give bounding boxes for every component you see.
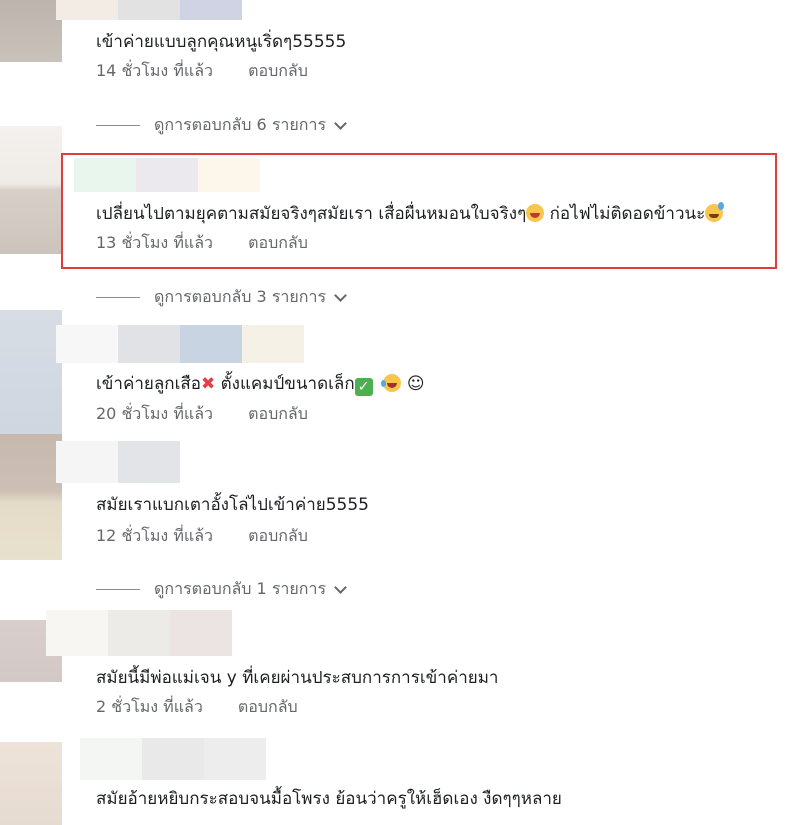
reply-button[interactable]: ตอบกลับ	[238, 697, 298, 716]
name-redaction	[56, 441, 180, 483]
comment-text: เข้าค่ายลูกเสือ✖ ตั้งแคมป์ขนาดเล็ก ✓ ☺	[96, 374, 425, 396]
chevron-down-icon	[334, 288, 347, 302]
check-mark-icon: ✓	[354, 378, 373, 396]
name-redaction	[46, 610, 232, 656]
tears-of-joy-emoji-icon	[381, 374, 402, 392]
chevron-down-icon	[334, 580, 347, 594]
comment-text: สมัยอ้ายหยิบกระสอบจนมื้อโพรง ย้อนว่าครูใ…	[96, 789, 562, 809]
comment-text: สมัยนี้มีพ่อแม่เจน y ที่เคยผ่านประสบการก…	[96, 668, 499, 688]
comment-text: สมัยเราแบกเตาอั้งโล่ไปเข้าค่าย5555	[96, 495, 369, 515]
comment-timestamp[interactable]: 2 ชั่วโมง ที่แล้ว	[96, 697, 203, 716]
view-replies-label: ดูการตอบกลับ 6 รายการ	[154, 115, 327, 134]
avatar[interactable]	[0, 0, 62, 62]
divider-line	[96, 297, 140, 298]
view-replies-link[interactable]: ดูการตอบกลับ 6 รายการ	[96, 113, 347, 138]
comment-timestamp[interactable]: 14 ชั่วโมง ที่แล้ว	[96, 61, 213, 80]
view-replies-label: ดูการตอบกลับ 3 รายการ	[154, 287, 327, 306]
view-replies-label: ดูการตอบกลับ 1 รายการ	[154, 579, 327, 598]
name-redaction	[56, 0, 242, 20]
cross-mark-icon: ✖	[200, 374, 216, 394]
comment-meta: 2 ชั่วโมง ที่แล้ว ตอบกลับ	[96, 697, 298, 717]
avatar[interactable]	[0, 742, 62, 825]
comment-text: เข้าค่ายแบบลูกคุณหนูเริ่ดๆ55555	[96, 32, 347, 52]
smile-icon: ☺	[406, 374, 425, 394]
comment-timestamp[interactable]: 12 ชั่วโมง ที่แล้ว	[96, 526, 213, 545]
divider-line	[96, 589, 140, 590]
reply-button[interactable]: ตอบกลับ	[248, 404, 308, 423]
avatar[interactable]	[0, 434, 62, 560]
comment-thread: เข้าค่ายแบบลูกคุณหนูเริ่ดๆ55555 14 ชั่วโ…	[0, 0, 799, 825]
comment-timestamp[interactable]: 20 ชั่วโมง ที่แล้ว	[96, 404, 213, 423]
highlight-box	[61, 153, 777, 269]
chevron-down-icon	[334, 116, 347, 130]
comment-meta: 12 ชั่วโมง ที่แล้ว ตอบกลับ	[96, 526, 308, 546]
name-redaction	[80, 738, 266, 780]
view-replies-link[interactable]: ดูการตอบกลับ 1 รายการ	[96, 577, 347, 602]
view-replies-link[interactable]: ดูการตอบกลับ 3 รายการ	[96, 285, 347, 310]
avatar[interactable]	[0, 126, 62, 254]
reply-button[interactable]: ตอบกลับ	[248, 526, 308, 545]
name-redaction	[56, 325, 304, 363]
divider-line	[96, 125, 140, 126]
comment-meta: 20 ชั่วโมง ที่แล้ว ตอบกลับ	[96, 404, 308, 424]
avatar[interactable]	[0, 310, 62, 434]
reply-button[interactable]: ตอบกลับ	[248, 61, 308, 80]
comment-meta: 14 ชั่วโมง ที่แล้ว ตอบกลับ	[96, 61, 308, 81]
